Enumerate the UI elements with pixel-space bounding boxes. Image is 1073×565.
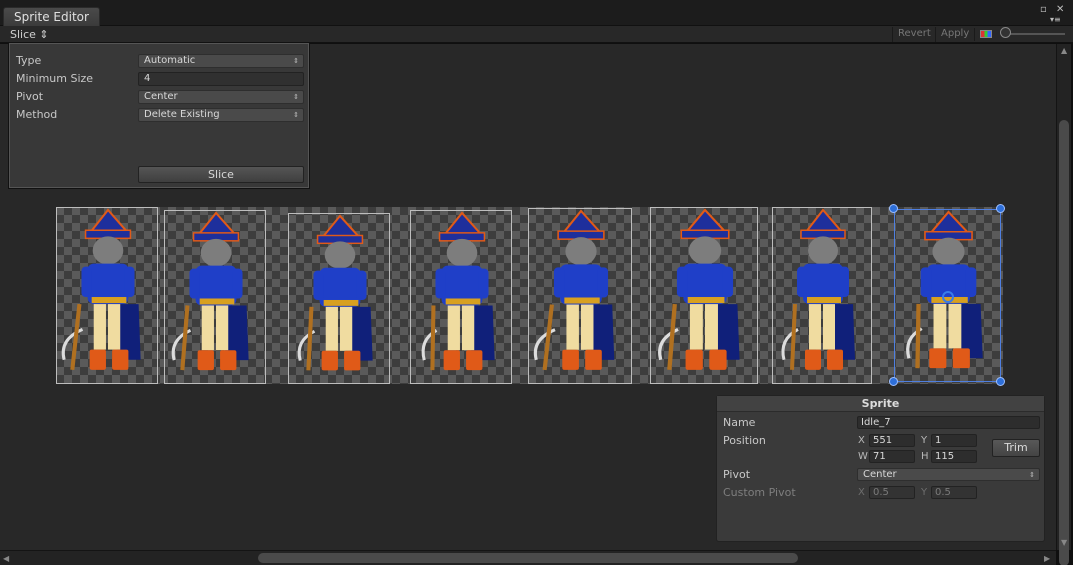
sprite-inspector-panel: Sprite Name Idle_7 Position X 551 Y 1 W … [716,395,1045,542]
pirate-character-sprite [61,208,141,371]
sprite-frame-4[interactable] [528,208,632,384]
window-menu-icon[interactable]: ▾≡ [1050,15,1061,24]
slice-button[interactable]: Slice [138,166,304,183]
method-label: Method [16,108,58,121]
custom-pivot-label: Custom Pivot [723,486,796,499]
sprite-pivot-dropdown[interactable]: Center ⇕ [857,468,1040,481]
dropdown-arrow-icon: ⇕ [293,93,299,101]
selection-handle-2[interactable] [889,377,898,386]
maximize-icon[interactable]: ▫ [1040,4,1047,15]
sprite-frame-6[interactable] [772,207,872,384]
close-icon[interactable]: ✕ [1056,4,1064,15]
dropdown-arrow-icon: ⇕ [293,111,299,119]
scroll-left-icon[interactable]: ◀ [3,554,9,563]
rgb-icon [980,30,992,38]
pirate-character-sprite [421,211,495,371]
name-label: Name [723,416,756,429]
h-label: H [921,451,929,462]
method-dropdown[interactable]: Delete Existing ⇕ [138,108,304,122]
vertical-scrollbar[interactable]: ▲ ▼ [1056,44,1071,565]
position-x-input[interactable]: 551 [869,434,915,447]
horizontal-scrollbar[interactable]: ◀ ▶ [0,550,1056,565]
sprite-frame-0[interactable] [56,207,158,384]
trim-button[interactable]: Trim [992,439,1040,457]
sprite-panel-header: Sprite [717,396,1044,412]
x-label: X [858,435,865,446]
revert-button[interactable]: Revert [892,27,936,42]
pivot-handle[interactable] [942,291,954,303]
position-y-input[interactable]: 1 [931,434,977,447]
selection-handle-1[interactable] [996,204,1005,213]
sprite-frame-5[interactable] [650,207,758,384]
vertical-scroll-thumb[interactable] [1059,120,1069,565]
slice-panel: Type Automatic ⇕ Minimum Size 4 Pivot Ce… [9,43,309,188]
sprite-pivot-label: Pivot [723,468,751,481]
custom-pivot-y-input: 0.5 [931,486,977,499]
selection-handle-3[interactable] [996,377,1005,386]
sprite-frame-2[interactable] [288,213,390,384]
size-w-input[interactable]: 71 [869,450,915,463]
color-channel-button[interactable] [974,28,996,41]
toolbar: Slice ⇕ Revert Apply [0,26,1073,43]
size-h-input[interactable]: 115 [931,450,977,463]
custom-pivot-x-label: X [858,487,865,498]
scroll-right-icon[interactable]: ▶ [1044,554,1050,563]
method-value: Delete Existing [144,109,220,120]
dropdown-arrow-icon: ⇕ [293,57,299,65]
slice-menu-button[interactable]: Slice ⇕ [10,27,49,42]
type-dropdown[interactable]: Automatic ⇕ [138,54,304,68]
tab-sprite-editor[interactable]: Sprite Editor [3,7,100,27]
pivot-dropdown[interactable]: Center ⇕ [138,90,304,104]
sprite-frame-3[interactable] [410,210,512,384]
zoom-slider-handle[interactable] [1000,27,1011,38]
pirate-character-sprite [171,211,249,371]
minimum-size-label: Minimum Size [16,72,94,85]
sprite-frame-1[interactable] [164,210,266,384]
horizontal-scroll-thumb[interactable] [258,553,798,563]
apply-button[interactable]: Apply [935,27,974,42]
selection-handle-0[interactable] [889,204,898,213]
scroll-up-icon[interactable]: ▲ [1061,46,1067,55]
minimum-size-input[interactable]: 4 [138,72,304,86]
title-bar: Sprite Editor ▫ ✕ ▾≡ [0,0,1073,27]
custom-pivot-y-label: Y [921,487,928,498]
pivot-label: Pivot [16,90,44,103]
pirate-character-sprite [533,209,615,371]
sprite-pivot-value: Center [863,469,897,480]
type-label: Type [16,54,42,67]
dropdown-arrow-icon: ⇕ [1029,471,1035,479]
w-label: W [858,451,868,462]
sprite-sheet[interactable] [56,204,1005,386]
pivot-value: Center [144,91,178,102]
pirate-character-sprite [658,208,740,370]
scroll-down-icon[interactable]: ▼ [1061,538,1067,547]
zoom-slider-track[interactable] [1003,33,1065,35]
name-input[interactable]: Idle_7 [857,416,1040,429]
custom-pivot-x-input: 0.5 [869,486,915,499]
y-label: Y [921,435,928,446]
position-label: Position [723,434,766,447]
pirate-character-sprite [297,214,373,371]
pirate-character-sprite [781,208,855,370]
type-value: Automatic [144,55,196,66]
